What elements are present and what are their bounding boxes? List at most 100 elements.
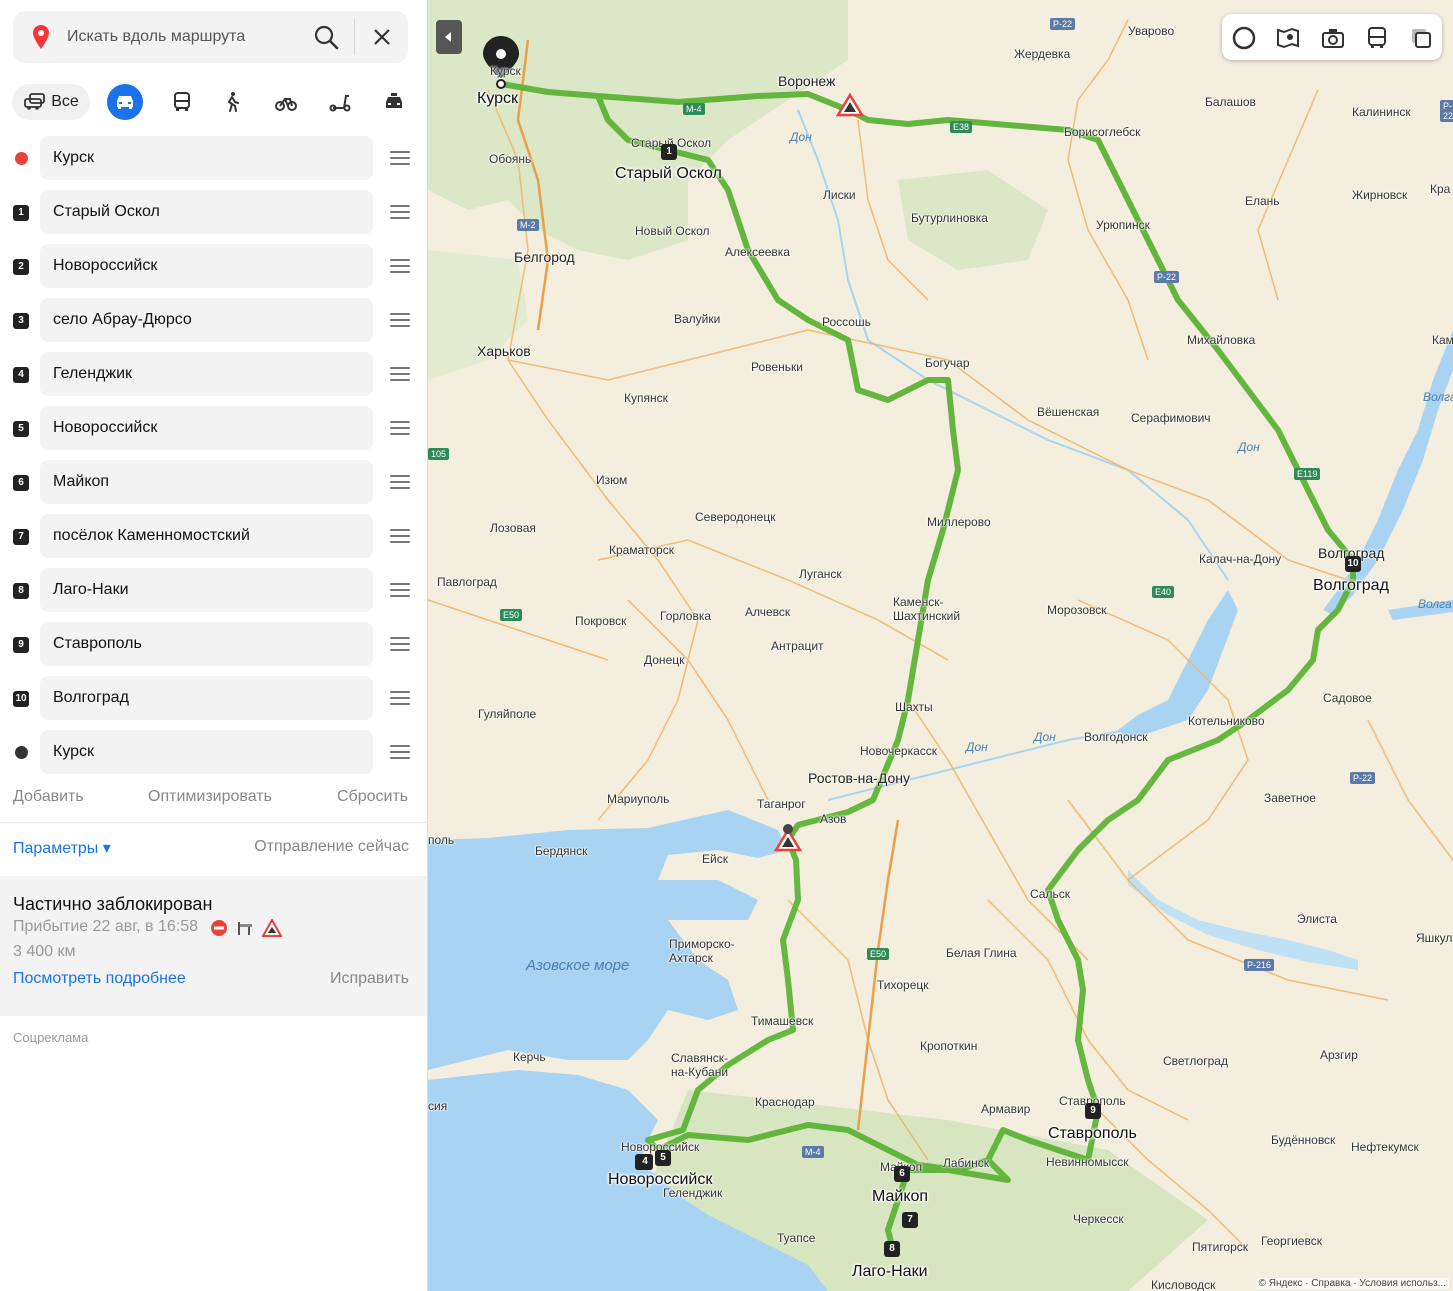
map-city-label: Новый Оскол — [635, 224, 710, 238]
waypoint-row[interactable]: 9 Ставрополь — [0, 622, 427, 668]
map-city-label: поль — [428, 833, 455, 847]
waypoint-row[interactable]: 10 Волгоград — [0, 676, 427, 722]
route-waypoint-marker[interactable]: 4 — [637, 1154, 653, 1170]
drag-handle-icon[interactable] — [390, 529, 410, 543]
map-city-label: Покровск — [575, 614, 627, 628]
drag-handle-icon[interactable] — [390, 151, 410, 165]
route-waypoint-marker[interactable]: 6 — [894, 1166, 910, 1182]
drag-handle-icon[interactable] — [390, 367, 410, 381]
mode-bicycle-button[interactable] — [268, 84, 304, 120]
mode-bus-button[interactable] — [164, 84, 200, 120]
waypoint-row[interactable]: 2 Новороссийск — [0, 244, 427, 290]
optimize-button[interactable]: Оптимизировать — [148, 788, 272, 806]
drag-handle-icon[interactable] — [390, 421, 410, 435]
map-city-label: Курск — [490, 64, 521, 78]
close-icon[interactable] — [370, 25, 394, 49]
map-city-label: Калач-на-Дону — [1199, 552, 1282, 566]
view-details-link[interactable]: Посмотреть подробнее — [13, 970, 186, 988]
waypoint-label: Курск — [53, 149, 95, 166]
reset-button[interactable]: Сбросить — [337, 788, 408, 806]
mode-scooter-button[interactable] — [322, 84, 358, 120]
waypoint-input[interactable]: село Абрау-Дюрсо — [40, 298, 373, 342]
waypoint-input[interactable]: Новороссийск — [40, 244, 373, 288]
waypoint-input[interactable]: Волгоград — [40, 676, 373, 720]
traffic-layer-icon[interactable] — [1231, 25, 1257, 51]
mode-all-button[interactable]: Все — [12, 84, 90, 120]
waypoint-input[interactable]: Лаго-Наки — [40, 568, 373, 612]
drag-handle-icon[interactable] — [390, 259, 410, 273]
map-city-label: Садовое — [1323, 691, 1372, 705]
waypoint-row[interactable]: 1 Старый Оскол — [0, 190, 427, 236]
map-city-label: Воронеж — [778, 73, 836, 89]
route-search-bar[interactable]: Искать вдоль маршрута — [13, 11, 408, 63]
map-city-label: Заветное — [1264, 791, 1316, 805]
waypoint-dot-icon — [15, 152, 28, 165]
map-city-label: Алексеевка — [725, 245, 790, 259]
route-waypoint-marker[interactable]: 5 — [655, 1150, 671, 1166]
map-city-label: Белгород — [514, 249, 575, 265]
mode-walk-button[interactable] — [214, 84, 250, 120]
waypoint-input[interactable]: Курск — [40, 730, 373, 774]
drag-handle-icon[interactable] — [390, 637, 410, 651]
drag-handle-icon[interactable] — [390, 745, 410, 759]
bus-icon — [174, 92, 190, 111]
taxi-icon — [386, 93, 402, 108]
waypoint-row[interactable]: 6 Майкоп — [0, 460, 427, 506]
waypoint-number-badge: 7 — [13, 529, 29, 545]
route-waypoint-marker[interactable]: 7 — [902, 1212, 918, 1228]
collapse-sidebar-button[interactable] — [436, 20, 462, 54]
waypoint-row[interactable]: 5 Новороссийск — [0, 406, 427, 452]
map-view[interactable]: Уварово Жердевка Курск Курск Воронеж Балашов К… — [428, 0, 1453, 1291]
waypoint-input[interactable]: Старый Оскол — [40, 190, 373, 234]
waypoint-input[interactable]: Новороссийск — [40, 406, 373, 450]
waypoint-input[interactable]: Геленджик — [40, 352, 373, 396]
layers-icon[interactable] — [1408, 25, 1434, 51]
waypoint-input[interactable]: Майкоп — [40, 460, 373, 504]
waypoint-row[interactable]: 3 село Абрау-Дюрсо — [0, 298, 427, 344]
waypoint-input[interactable]: Курск — [40, 136, 373, 180]
map-city-label: Пятигорск — [1192, 1240, 1249, 1254]
mode-taxi-button[interactable] — [376, 84, 412, 120]
route-result-card[interactable]: Частично заблокирован Прибытие 22 авг, в… — [0, 876, 427, 1016]
route-waypoint-marker[interactable]: 8 — [884, 1241, 900, 1257]
road-number-badge: P-22 — [1440, 100, 1453, 122]
add-waypoint-button[interactable]: Добавить — [13, 788, 84, 806]
waypoint-label: Геленджик — [53, 365, 133, 382]
map-city-label: Волгодонск — [1084, 730, 1148, 744]
waypoint-number-badge: 8 — [13, 583, 29, 599]
drag-handle-icon[interactable] — [390, 313, 410, 327]
mode-car-button[interactable] — [107, 84, 143, 120]
drag-handle-icon[interactable] — [390, 205, 410, 219]
departure-time-button[interactable]: Отправление сейчас — [254, 838, 409, 856]
drag-handle-icon[interactable] — [390, 691, 410, 705]
waypoint-row[interactable]: Курск — [0, 136, 427, 182]
panorama-layer-icon[interactable] — [1275, 25, 1301, 51]
map-city-label: Луганск — [799, 567, 842, 581]
map-city-label: Лиски — [823, 188, 856, 202]
map-city-label: Бутурлиновка — [911, 211, 988, 225]
transit-layer-icon[interactable] — [1364, 25, 1390, 51]
waypoint-row[interactable]: Курск — [0, 730, 427, 776]
map-city-label: Ровеньки — [751, 360, 803, 374]
location-pin-icon — [33, 25, 49, 49]
waypoint-dot-icon — [15, 746, 28, 759]
drag-handle-icon[interactable] — [390, 583, 410, 597]
parameters-dropdown[interactable]: Параметры ▾ — [13, 838, 111, 858]
waypoint-input[interactable]: посёлок Каменномостский — [40, 514, 373, 558]
map-city-label: Элиста — [1297, 912, 1337, 926]
camera-layer-icon[interactable] — [1320, 25, 1346, 51]
waypoint-row[interactable]: 8 Лаго-Наки — [0, 568, 427, 614]
waypoint-row[interactable]: 4 Геленджик — [0, 352, 427, 398]
map-city-label: Калининск — [1352, 105, 1411, 119]
drag-handle-icon[interactable] — [390, 475, 410, 489]
map-water-label: Азовское море — [526, 957, 630, 974]
waypoint-input[interactable]: Ставрополь — [40, 622, 373, 666]
map-layers-toolbar — [1222, 14, 1442, 60]
route-waypoint-marker[interactable]: 1 — [661, 144, 677, 160]
search-icon[interactable] — [313, 24, 339, 50]
search-input[interactable]: Искать вдоль маршрута — [67, 28, 245, 46]
fix-route-button[interactable]: Исправить — [330, 970, 409, 988]
route-waypoint-marker[interactable]: 9 — [1085, 1103, 1101, 1119]
waypoint-row[interactable]: 7 посёлок Каменномостский — [0, 514, 427, 560]
route-waypoint-marker[interactable]: 10 — [1345, 556, 1361, 572]
